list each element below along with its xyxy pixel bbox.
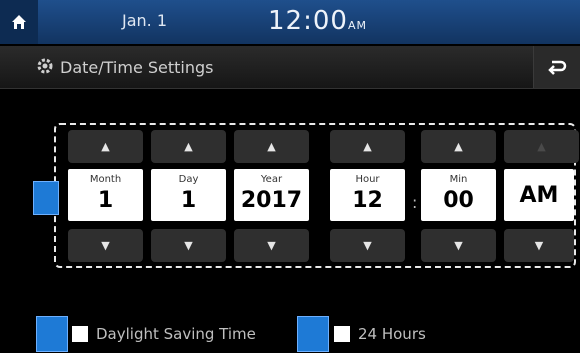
hour-up-button[interactable]: ▲ <box>330 130 405 163</box>
month-column: ▲ <box>68 130 143 163</box>
year-column: ▲ <box>234 130 309 163</box>
year-up-button[interactable]: ▲ <box>234 130 309 163</box>
min-down-button[interactable]: ▼ <box>421 229 496 262</box>
month-label: Month <box>89 174 122 185</box>
year-down-col: ▼ <box>234 229 309 262</box>
month-up-button[interactable]: ▲ <box>68 130 143 163</box>
up-arrow-icon: ▲ <box>537 140 546 153</box>
up-arrow-icon: ▲ <box>184 140 193 153</box>
min-label: Min <box>449 174 468 185</box>
up-arrow-icon: ▲ <box>267 140 276 153</box>
year-value: 2017 <box>240 188 303 213</box>
daylight-saving-checkbox[interactable] <box>72 326 88 342</box>
clock-time: 12:00 <box>268 6 348 36</box>
down-arrow-icon: ▼ <box>101 239 110 252</box>
hour-label: Hour <box>355 174 380 185</box>
ampm-down-button[interactable]: ▼ <box>504 229 574 262</box>
hour-down-col: ▼ <box>330 229 405 262</box>
up-arrow-icon: ▲ <box>363 140 372 153</box>
year-label: Year <box>260 174 283 185</box>
daylight-saving-option[interactable]: Daylight Saving Time <box>72 325 256 343</box>
home-icon <box>12 15 26 29</box>
year-down-button[interactable]: ▼ <box>234 229 309 262</box>
clock-ampm: AM <box>347 19 367 32</box>
down-arrow-icon: ▼ <box>534 239 544 252</box>
callout-1: 1 <box>33 181 59 215</box>
down-arrow-icon: ▼ <box>184 239 193 252</box>
back-button[interactable] <box>533 46 580 88</box>
min-value: 00 <box>443 188 474 213</box>
ampm-value: AM <box>519 183 559 208</box>
down-arrow-icon: ▼ <box>267 239 276 252</box>
home-button[interactable] <box>0 0 38 44</box>
up-arrow-icon: ▲ <box>101 140 110 153</box>
title-bar: Date/Time Settings <box>0 46 580 89</box>
back-icon <box>548 60 567 75</box>
hour-down-button[interactable]: ▼ <box>330 229 405 262</box>
ampm-down-col: ▼ <box>504 229 574 262</box>
24-hours-option[interactable]: 24 Hours <box>334 325 426 343</box>
month-value: 1 <box>97 188 114 213</box>
hour-column: ▲ <box>330 130 405 163</box>
min-field[interactable]: Min 00 <box>421 169 496 221</box>
daylight-saving-label: Daylight Saving Time <box>96 325 256 343</box>
hour-field[interactable]: Hour 12 <box>330 169 405 221</box>
month-down-col: ▼ <box>68 229 143 262</box>
24-hours-checkbox[interactable] <box>334 326 350 342</box>
down-arrow-icon: ▼ <box>454 239 463 252</box>
ampm-field[interactable]: AM <box>504 169 574 221</box>
day-down-button[interactable]: ▼ <box>151 229 226 262</box>
min-up-button[interactable]: ▲ <box>421 130 496 163</box>
min-down-col: ▼ <box>421 229 496 262</box>
status-clock: 12:00AM <box>268 6 367 36</box>
status-date: Jan. 1 <box>122 11 168 30</box>
hour-value: 12 <box>352 188 383 213</box>
status-bar: Jan. 1 12:00AM <box>0 0 580 44</box>
page-title: Date/Time Settings <box>60 58 214 77</box>
24-hours-label: 24 Hours <box>358 325 426 343</box>
day-value: 1 <box>180 188 197 213</box>
day-field[interactable]: Day 1 <box>151 169 226 221</box>
time-separator: : <box>412 193 418 212</box>
ampm-up-button[interactable]: ▲ <box>504 130 579 163</box>
callout-2: 2 <box>36 316 68 352</box>
month-field[interactable]: Month 1 <box>68 169 143 221</box>
year-field[interactable]: Year 2017 <box>234 169 309 221</box>
down-arrow-icon: ▼ <box>363 239 372 252</box>
ampm-column: ▲ <box>504 130 579 163</box>
day-up-button[interactable]: ▲ <box>151 130 226 163</box>
callout-3: 3 <box>297 316 329 352</box>
day-label: Day <box>178 174 199 185</box>
month-down-button[interactable]: ▼ <box>68 229 143 262</box>
gear-icon <box>37 58 53 74</box>
day-down-col: ▼ <box>151 229 226 262</box>
min-column: ▲ <box>421 130 496 163</box>
day-column: ▲ <box>151 130 226 163</box>
up-arrow-icon: ▲ <box>454 140 463 153</box>
